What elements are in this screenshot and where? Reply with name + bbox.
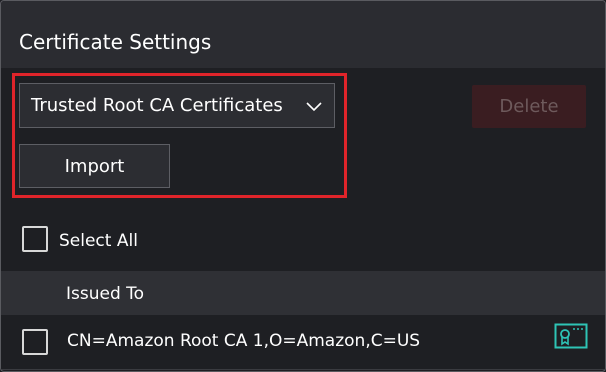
certificate-icon bbox=[554, 323, 588, 349]
row-checkbox[interactable] bbox=[22, 329, 48, 355]
import-button-label: Import bbox=[64, 156, 125, 177]
column-header-issued-to: Issued To bbox=[66, 284, 145, 304]
delete-button-label: Delete bbox=[499, 96, 559, 117]
panel-header: Certificate Settings bbox=[1, 1, 605, 68]
table-header: Issued To bbox=[1, 271, 605, 315]
select-all-box[interactable] bbox=[22, 226, 48, 252]
issued-to-cell: CN=Amazon Root CA 1,O=Amazon,C=US bbox=[67, 331, 421, 351]
certificate-store-dropdown[interactable]: Trusted Root CA Certificates bbox=[19, 83, 335, 128]
import-button[interactable]: Import bbox=[19, 144, 170, 188]
certificate-settings-panel: Certificate Settings Trusted Root CA Cer… bbox=[0, 0, 606, 372]
delete-button[interactable]: Delete bbox=[472, 85, 586, 128]
chevron-down-icon bbox=[306, 102, 322, 112]
select-all-label: Select All bbox=[59, 231, 138, 251]
table-row[interactable]: CN=Amazon Root CA 1,O=Amazon,C=US bbox=[1, 315, 605, 370]
dropdown-selected-value: Trusted Root CA Certificates bbox=[31, 95, 283, 116]
page-title: Certificate Settings bbox=[19, 30, 212, 54]
